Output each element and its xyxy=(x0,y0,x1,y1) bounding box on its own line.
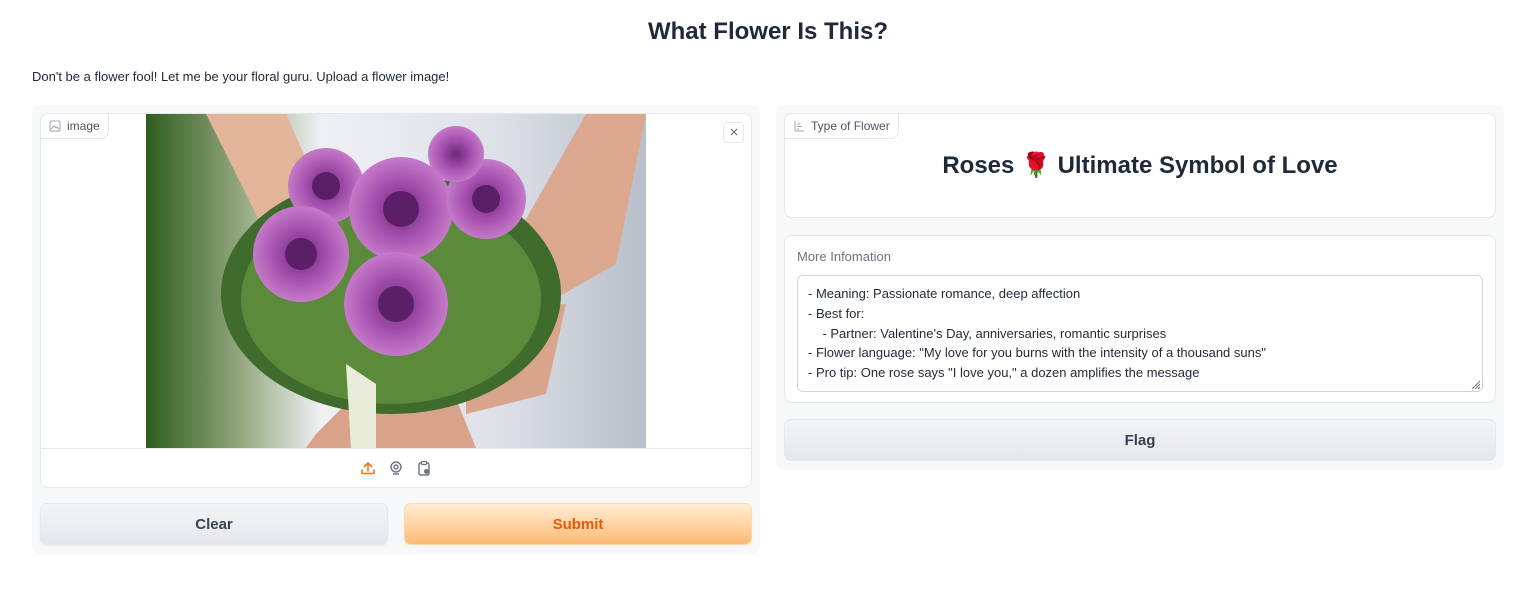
image-label: image xyxy=(40,113,109,139)
more-information-textarea[interactable]: - Meaning: Passionate romance, deep affe… xyxy=(797,275,1483,392)
page-title: What Flower Is This? xyxy=(647,18,888,45)
image-input[interactable]: image xyxy=(40,113,752,488)
resize-handle-icon[interactable] xyxy=(1469,377,1481,390)
more-information-output: More Infomation - Meaning: Passionate ro… xyxy=(784,235,1496,403)
flower-type-label: Type of Flower xyxy=(784,113,899,139)
page-description: Don't be a flower fool! Let me be your f… xyxy=(32,69,450,84)
image-source-bar xyxy=(41,448,751,487)
clipboard-icon[interactable] xyxy=(415,459,433,477)
output-panel: Type of Flower Roses 🌹 Ultimate Symbol o… xyxy=(776,105,1504,470)
clear-image-button[interactable] xyxy=(723,122,744,143)
submit-button[interactable]: Submit xyxy=(404,503,752,545)
upload-icon[interactable] xyxy=(359,459,377,477)
image-label-text: image xyxy=(67,119,100,133)
flower-type-label-text: Type of Flower xyxy=(811,119,890,133)
more-information-label: More Infomation xyxy=(797,249,891,264)
image-icon xyxy=(49,120,61,132)
webcam-icon[interactable] xyxy=(387,459,405,477)
clear-button[interactable]: Clear xyxy=(40,503,388,545)
flower-type-output: Type of Flower Roses 🌹 Ultimate Symbol o… xyxy=(784,113,1496,218)
uploaded-flower-image xyxy=(146,114,646,448)
close-icon xyxy=(729,124,739,142)
label-icon xyxy=(793,120,805,132)
flower-type-value: Roses 🌹 Ultimate Symbol of Love xyxy=(942,152,1338,179)
input-panel: image Clear Submit xyxy=(32,105,760,554)
flag-button[interactable]: Flag xyxy=(784,419,1496,461)
